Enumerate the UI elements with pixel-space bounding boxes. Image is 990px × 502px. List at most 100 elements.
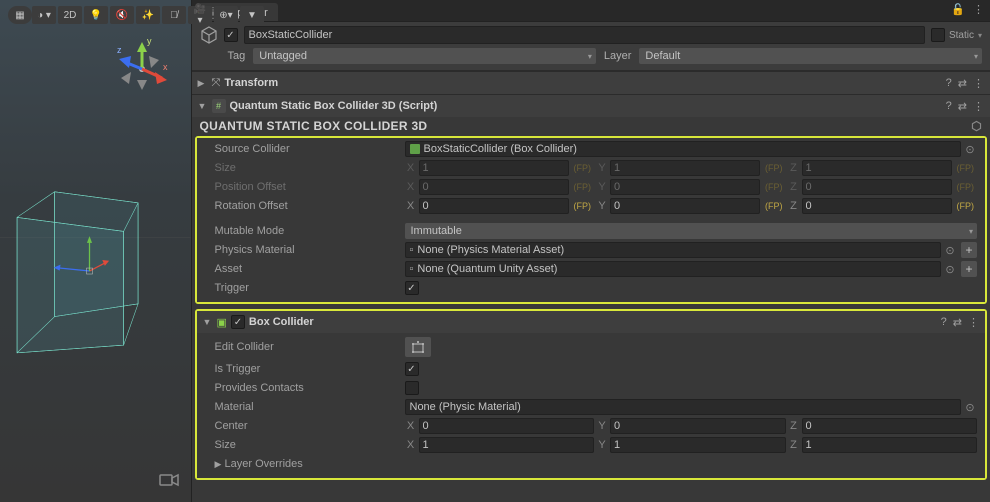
posoffset-z-field[interactable]	[802, 179, 952, 195]
gameobject-name-field[interactable]	[244, 26, 925, 44]
add-asset-button[interactable]: +	[961, 261, 977, 277]
fp-tag: (FP)	[762, 182, 786, 192]
fp-tag: (FP)	[954, 201, 978, 211]
fx-toggle-button[interactable]: ✨	[136, 6, 160, 24]
size-x-field[interactable]	[419, 160, 569, 176]
gizmos-dropdown-button[interactable]: ⊕▾	[214, 6, 238, 24]
draw-mode-dropdown[interactable]: ◑ ▾	[32, 6, 56, 24]
inspector-tab-bar: ⓘ Inspector 🔓 ⋮	[192, 0, 990, 22]
layer-overrides-label: Layer Overrides	[225, 458, 303, 470]
size-y-field[interactable]	[610, 160, 760, 176]
mutable-mode-dropdown[interactable]: Immutable	[405, 223, 978, 239]
layer-dropdown[interactable]: Default	[639, 48, 982, 64]
bc-size-label: Size	[215, 439, 405, 451]
object-picker-icon[interactable]: ⊙	[943, 243, 957, 257]
center-x-field[interactable]	[419, 418, 595, 434]
scene-toolbar: ▦ ◑ ▾ 2D 💡 🔇 ✨ 👁̸ 🎥▾ ⊕▾ ▼	[0, 6, 191, 24]
boxcollider-highlight-region: ▼ ▣ ✓ Box Collider ? ⇄ ⋮ Edit Collider	[195, 309, 988, 480]
trigger-label: Trigger	[215, 282, 405, 294]
inspector-panel: ⓘ Inspector 🔓 ⋮ ✓ Static ▾ Tag Untagged …	[191, 0, 990, 502]
panel-menu-icon[interactable]: ⋮	[973, 3, 984, 16]
lock-icon[interactable]: 🔓	[951, 3, 965, 16]
context-menu-icon[interactable]: ⋮	[968, 316, 979, 329]
rotoffset-x-field[interactable]	[419, 198, 569, 214]
center-z-field[interactable]	[802, 418, 978, 434]
scene-camera-icon[interactable]	[159, 473, 179, 490]
scene-view[interactable]: ▦ ◑ ▾ 2D 💡 🔇 ✨ 👁̸ 🎥▾ ⊕▾ ▼	[0, 0, 191, 502]
static-checkbox[interactable]	[931, 28, 945, 42]
tag-dropdown[interactable]: Untagged	[253, 48, 596, 64]
grid-toggle-button[interactable]: ▦	[8, 6, 32, 24]
provides-contacts-checkbox[interactable]	[405, 381, 419, 395]
posoffset-y-field[interactable]	[610, 179, 760, 195]
bc-size-z-field[interactable]	[802, 437, 978, 453]
tag-label: Tag	[228, 50, 246, 62]
object-picker-icon[interactable]: ⊙	[943, 262, 957, 276]
quantum-logo-icon: ⬡	[971, 119, 982, 133]
bc-size-x-field[interactable]	[419, 437, 595, 453]
quantum-highlight-region: Source Collider BoxStaticCollider (Box C…	[195, 136, 988, 304]
transform-component: ▶ ⤧ Transform ? ⇄ ⋮	[192, 71, 990, 94]
orientation-gizmo[interactable]: y x z	[107, 34, 177, 104]
2d-toggle-button[interactable]: 2D	[58, 6, 82, 24]
physics-material-field[interactable]: ▫ None (Physics Material Asset)	[405, 242, 942, 258]
layers-dropdown-button[interactable]: ▼	[240, 6, 264, 24]
size-z-field[interactable]	[802, 160, 952, 176]
rotoffset-y-field[interactable]	[610, 198, 760, 214]
material-label: Material	[215, 401, 405, 413]
center-y-field[interactable]	[610, 418, 786, 434]
trigger-checkbox[interactable]: ✓	[405, 281, 419, 295]
static-dropdown-icon[interactable]: ▾	[978, 31, 982, 40]
transform-title: Transform	[224, 77, 941, 89]
file-icon: ▫	[410, 263, 414, 275]
fp-tag: (FP)	[954, 182, 978, 192]
quantum-script-title: Quantum Static Box Collider 3D (Script)	[230, 100, 942, 112]
gameobject-header: ✓ Static ▾ Tag Untagged Layer Default	[192, 22, 990, 71]
help-icon[interactable]: ?	[941, 316, 947, 329]
fp-tag: (FP)	[762, 163, 786, 173]
preset-icon[interactable]: ⇄	[958, 100, 967, 113]
asset-field[interactable]: ▫ None (Quantum Unity Asset)	[405, 261, 942, 277]
layer-label: Layer	[604, 50, 632, 62]
fp-tag: (FP)	[571, 201, 595, 211]
bc-size-y-field[interactable]	[610, 437, 786, 453]
foldout-icon[interactable]: ▶	[198, 78, 208, 89]
boxcollider-icon: ▣	[217, 316, 227, 329]
quantum-script-component: ▼ # Quantum Static Box Collider 3D (Scri…	[192, 94, 990, 307]
physics-material-label: Physics Material	[215, 244, 405, 256]
object-picker-icon[interactable]: ⊙	[963, 400, 977, 414]
is-trigger-checkbox[interactable]: ✓	[405, 362, 419, 376]
foldout-icon[interactable]: ▼	[203, 317, 213, 327]
transform-icon: ⤧	[212, 77, 221, 90]
position-offset-label: Position Offset	[215, 181, 405, 193]
asset-label: Asset	[215, 263, 405, 275]
foldout-icon[interactable]: ▼	[198, 101, 208, 111]
object-picker-icon[interactable]: ⊙	[963, 142, 977, 156]
fp-tag: (FP)	[571, 163, 595, 173]
rotation-offset-label: Rotation Offset	[215, 200, 405, 212]
foldout-icon[interactable]: ▶	[215, 459, 225, 470]
help-icon[interactable]: ?	[946, 77, 952, 90]
preset-icon[interactable]: ⇄	[953, 316, 962, 329]
posoffset-x-field[interactable]	[419, 179, 569, 195]
material-field[interactable]: None (Physic Material)	[405, 399, 962, 415]
preset-icon[interactable]: ⇄	[958, 77, 967, 90]
lighting-toggle-button[interactable]: 💡	[84, 6, 108, 24]
svg-text:y: y	[147, 36, 152, 46]
source-collider-field[interactable]: BoxStaticCollider (Box Collider)	[405, 141, 962, 157]
context-menu-icon[interactable]: ⋮	[973, 77, 984, 90]
rotoffset-z-field[interactable]	[802, 198, 952, 214]
context-menu-icon[interactable]: ⋮	[973, 100, 984, 113]
help-icon[interactable]: ?	[946, 100, 952, 113]
script-icon: #	[212, 99, 226, 113]
edit-collider-button[interactable]	[405, 337, 431, 357]
gameobject-active-checkbox[interactable]: ✓	[224, 28, 238, 42]
add-asset-button[interactable]: +	[961, 242, 977, 258]
hidden-objects-button[interactable]: 👁̸	[162, 6, 186, 24]
box-collider-title: Box Collider	[249, 316, 937, 328]
gameobject-cube-icon	[200, 26, 218, 44]
audio-toggle-button[interactable]: 🔇	[110, 6, 134, 24]
boxcollider-enabled-checkbox[interactable]: ✓	[231, 315, 245, 329]
camera-settings-button[interactable]: 🎥▾	[188, 6, 212, 24]
static-label: Static	[949, 30, 974, 41]
